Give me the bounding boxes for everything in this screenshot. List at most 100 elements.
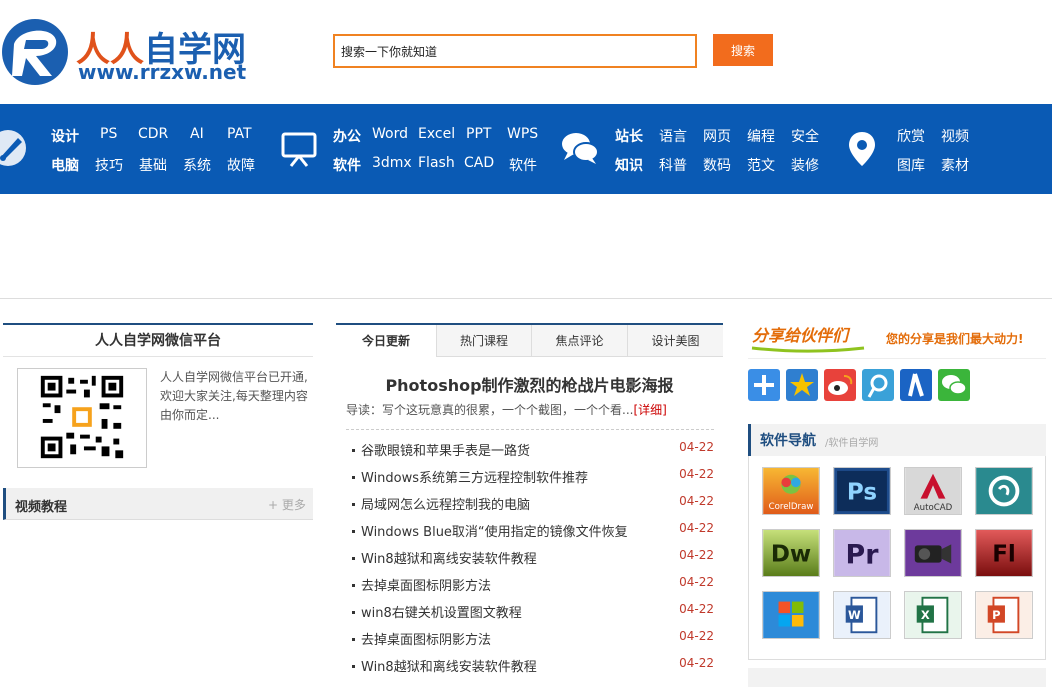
news-title[interactable]: Windows系统第三方远程控制软件推荐	[361, 471, 588, 486]
nav-link[interactable]: 图库	[897, 155, 925, 175]
search-input[interactable]	[333, 34, 697, 68]
windows-icon[interactable]	[762, 591, 820, 639]
news-date: 04-22	[679, 602, 714, 616]
news-title[interactable]: Win8越狱和离线安装软件教程	[361, 552, 537, 567]
news-item[interactable]: Windows系统第三方远程控制软件推荐 04-22	[352, 467, 714, 494]
news-date: 04-22	[679, 629, 714, 643]
search-button[interactable]: 搜索	[713, 34, 773, 66]
nav-link[interactable]: 软件	[333, 155, 361, 175]
nav-link[interactable]: 编程	[747, 126, 775, 146]
svg-text:X: X	[921, 608, 930, 622]
nav-link[interactable]: 3dmx	[372, 155, 412, 171]
nav-link[interactable]: 语言	[659, 126, 687, 146]
nav-link[interactable]: PPT	[466, 126, 491, 142]
nav-link[interactable]: 素材	[941, 155, 969, 175]
news-title[interactable]: Windows Blue取消“使用指定的镜像文件恢复	[361, 525, 628, 540]
premiere-icon[interactable]: Pr	[833, 529, 891, 577]
nav-link[interactable]: 装修	[791, 155, 819, 175]
coreldraw-icon[interactable]: CorelDraw	[762, 467, 820, 515]
nav-link[interactable]: 基础	[139, 155, 167, 175]
photoshop-icon[interactable]: Ps	[833, 467, 891, 515]
nav-link[interactable]: 科普	[659, 155, 687, 175]
news-title[interactable]: 去掉桌面图标阴影方法	[361, 579, 491, 594]
nav-link[interactable]: 范文	[747, 155, 775, 175]
powerpoint-icon[interactable]: P	[975, 591, 1033, 639]
autocad-icon[interactable]: AutoCAD	[904, 467, 962, 515]
nav-link[interactable]: 视频	[941, 126, 969, 146]
divider	[346, 429, 714, 430]
qzone-icon[interactable]	[786, 369, 818, 401]
renren-icon[interactable]	[900, 369, 932, 401]
news-item[interactable]: win8右键关机设置图文教程 04-22	[352, 602, 714, 629]
presentation-icon	[281, 132, 317, 167]
nav-link[interactable]: AI	[190, 126, 204, 142]
video-tutorial-title[interactable]: 视频教程	[15, 496, 67, 515]
news-date: 04-22	[679, 575, 714, 589]
word-icon[interactable]: W	[833, 591, 891, 639]
tab-focus-comments[interactable]: 焦点评论	[532, 325, 628, 357]
svg-text:AutoCAD: AutoCAD	[914, 503, 953, 513]
news-item[interactable]: Windows Blue取消“使用指定的镜像文件恢复 04-22	[352, 521, 714, 548]
plus-share-icon[interactable]	[748, 369, 780, 401]
nav-link[interactable]: 安全	[791, 126, 819, 146]
flash-icon[interactable]: Fl	[975, 529, 1033, 577]
nav-link[interactable]: 数码	[703, 155, 731, 175]
dreamweaver-icon[interactable]: Dw	[762, 529, 820, 577]
nav-link[interactable]: 设计	[51, 126, 79, 146]
software-nav-title: 软件导航	[760, 433, 816, 449]
news-item[interactable]: 去掉桌面图标阴影方法 04-22	[352, 575, 714, 602]
nav-link[interactable]: 知识	[615, 155, 643, 175]
nav-link[interactable]: CAD	[464, 155, 494, 171]
nav-link[interactable]: WPS	[507, 126, 538, 142]
news-item[interactable]: Win8越狱和离线安装软件教程 04-22	[352, 548, 714, 575]
tab-design-images[interactable]: 设计美图	[628, 325, 723, 357]
nav-link[interactable]: 电脑	[51, 155, 79, 175]
svg-text:Dw: Dw	[771, 542, 811, 568]
news-item[interactable]: 去掉桌面图标阴影方法 04-22	[352, 629, 714, 656]
svg-text:W: W	[848, 608, 861, 622]
detail-link[interactable]: [详细]	[633, 403, 666, 417]
nav-link[interactable]: 技巧	[95, 155, 123, 175]
logo-icon[interactable]	[0, 14, 70, 88]
news-title[interactable]: 谷歌眼镜和苹果手表是一路货	[361, 444, 530, 459]
featured-headline[interactable]: Photoshop制作激烈的枪战片电影海报	[336, 372, 723, 396]
nav-link[interactable]: 系统	[183, 155, 211, 175]
nav-link[interactable]: 软件	[509, 155, 537, 175]
news-title[interactable]: 局域网怎么远程控制我的电脑	[361, 498, 530, 513]
news-title[interactable]: 去掉桌面图标阴影方法	[361, 633, 491, 648]
svg-text:CorelDraw: CorelDraw	[769, 502, 814, 512]
site-url: www.rrzxw.net	[78, 60, 247, 84]
tab-today-updates[interactable]: 今日更新	[336, 325, 437, 357]
news-item[interactable]: 谷歌眼镜和苹果手表是一路货 04-22	[352, 440, 714, 467]
nav-link[interactable]: 欣赏	[897, 126, 925, 146]
nav-link[interactable]: Excel	[418, 126, 455, 142]
nav-link[interactable]: 故障	[227, 155, 255, 175]
news-item[interactable]: 局域网怎么远程控制我的电脑 04-22	[352, 494, 714, 521]
nav-link[interactable]: 站长	[615, 126, 643, 146]
news-title[interactable]: Win8越狱和离线安装软件教程	[361, 660, 537, 675]
location-pin-icon	[849, 132, 875, 166]
nav-link[interactable]: PAT	[227, 126, 252, 142]
tencent-weibo-icon[interactable]	[862, 369, 894, 401]
video-camera-icon[interactable]	[904, 529, 962, 577]
bullet-icon	[352, 476, 355, 479]
nav-link[interactable]: PS	[100, 126, 117, 142]
weibo-icon[interactable]	[824, 369, 856, 401]
news-item[interactable]: Win8越狱和离线安装软件教程 04-22	[352, 656, 714, 683]
bullet-icon	[352, 530, 355, 533]
brush-icon	[0, 130, 26, 166]
nav-link[interactable]: Word	[372, 126, 408, 142]
nav-link[interactable]: Flash	[418, 155, 455, 171]
chat-icon	[562, 133, 599, 164]
nav-link[interactable]: 办公	[333, 126, 361, 146]
more-link[interactable]: + 更多	[268, 496, 306, 513]
news-title[interactable]: win8右键关机设置图文教程	[361, 606, 522, 621]
nav-link[interactable]: 网页	[703, 126, 731, 146]
wechat-icon[interactable]	[938, 369, 970, 401]
excel-icon[interactable]: X	[904, 591, 962, 639]
bullet-icon	[352, 557, 355, 560]
3dsmax-icon[interactable]	[975, 467, 1033, 515]
divider	[748, 358, 1046, 359]
nav-link[interactable]: CDR	[138, 126, 168, 142]
tab-popular-courses[interactable]: 热门课程	[437, 325, 532, 357]
